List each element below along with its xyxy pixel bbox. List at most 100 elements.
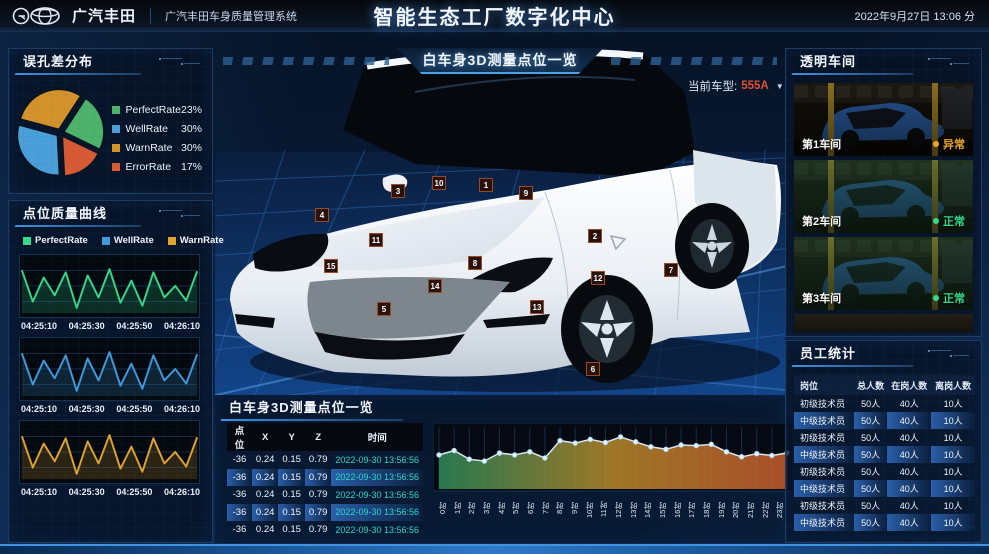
- table-cell: 2022-09-30 13:56:56: [331, 486, 423, 504]
- measure-marker-8[interactable]: 8: [468, 256, 482, 270]
- panel-title: 员工统计: [786, 341, 981, 367]
- dashboard-root: 广汽丰田 广汽丰田车身质量管理系统 智能生态工厂数字化中心 2022年9月27日…: [0, 0, 989, 554]
- table-cell: -36: [227, 504, 252, 522]
- measure-marker-3[interactable]: 3: [391, 184, 405, 198]
- hour-label: 19时: [716, 502, 731, 522]
- panel-quality-curves: 点位质量曲线 PerfectRateWellRateWarnRate 04:25…: [8, 200, 213, 543]
- column-header: 离岗人数: [931, 375, 975, 395]
- staff-row: 中级技术员50人40人10人: [794, 446, 975, 463]
- measure-marker-14[interactable]: 14: [428, 279, 442, 293]
- header-datetime: 2022年9月27日 13:06 分: [855, 8, 975, 24]
- hour-label: 16时: [672, 502, 687, 522]
- table-cell: 0.15: [278, 469, 305, 487]
- legend-label: WellRate: [126, 123, 168, 135]
- line-chart-#35d98b: 04:25:1004:25:3004:25:5004:26:10: [19, 254, 202, 331]
- table-cell: 0.24: [252, 469, 279, 487]
- workshop-status: 正常: [933, 213, 965, 229]
- pie-slice-WellRate: [17, 125, 59, 175]
- measure-marker-6[interactable]: 6: [586, 362, 600, 376]
- workshop-card-1[interactable]: 第1车间异常: [794, 83, 973, 156]
- measure-marker-5[interactable]: 5: [377, 302, 391, 316]
- table-cell: -36: [227, 451, 252, 469]
- table-cell: 10人: [931, 463, 975, 480]
- measure-marker-13[interactable]: 13: [530, 300, 544, 314]
- table-cell: 50人: [854, 480, 887, 497]
- pie-chart: [9, 75, 112, 187]
- measure-marker-2[interactable]: 2: [588, 229, 602, 243]
- hour-label: 2时: [466, 502, 481, 522]
- legend-swatch: [112, 144, 120, 152]
- table-cell: 40人: [887, 446, 931, 463]
- staff-table: 岗位总人数在岗人数离岗人数初级技术员50人40人10人中级技术员50人40人10…: [794, 375, 975, 531]
- line-chart-#3f9ade: 04:25:1004:25:3004:25:5004:26:10: [19, 337, 202, 414]
- table-cell: 初级技术员: [794, 429, 854, 446]
- table-cell: 10人: [931, 395, 975, 412]
- table-cell: 40人: [887, 497, 931, 514]
- hour-label: 6时: [525, 502, 540, 522]
- table-cell: 2022-09-30 13:56:56: [331, 521, 423, 539]
- table-cell: 50人: [854, 514, 887, 531]
- table-cell: 中级技术员: [794, 412, 854, 429]
- column-header: 时间: [331, 423, 423, 451]
- panel-title: 误孔差分布: [9, 49, 212, 75]
- workshop-card-3[interactable]: 第3车间正常: [794, 237, 973, 310]
- workshop-card-2[interactable]: 第2车间正常: [794, 160, 973, 233]
- staff-row: 初级技术员50人40人10人: [794, 429, 975, 446]
- hour-label: 3时: [481, 502, 496, 522]
- measure-marker-7[interactable]: 7: [664, 263, 678, 277]
- measure-marker-12[interactable]: 12: [591, 271, 605, 285]
- table-cell: 初级技术员: [794, 395, 854, 412]
- hour-label: 1时: [452, 502, 467, 522]
- staff-row: 初级技术员50人40人10人: [794, 463, 975, 480]
- measure-marker-15[interactable]: 15: [324, 259, 338, 273]
- table-cell: 50人: [854, 446, 887, 463]
- measure-marker-4[interactable]: 4: [315, 208, 329, 222]
- table-cell: 0.79: [305, 451, 332, 469]
- banner-title: 白车身3D测量点位一览: [397, 48, 604, 74]
- legend-swatch: [102, 237, 110, 245]
- measure-marker-9[interactable]: 9: [519, 186, 533, 200]
- model-value: 555A: [741, 80, 769, 92]
- tick-label: 04:25:30: [69, 487, 105, 497]
- circuit-decoration-icon: [925, 56, 971, 66]
- legend-value: 30%: [181, 142, 212, 154]
- table-row: -360.240.150.792022-09-30 13:56:56: [227, 521, 423, 539]
- measure-marker-1[interactable]: 1: [479, 178, 493, 192]
- column-header: 点位: [227, 423, 252, 451]
- hour-label: 4时: [496, 502, 511, 522]
- tick-label: 04:25:50: [116, 321, 152, 331]
- chevron-down-icon: ▼: [776, 82, 784, 91]
- table-cell: 40人: [887, 514, 931, 531]
- status-dot-icon: [933, 218, 939, 224]
- legend-value: 30%: [181, 123, 212, 135]
- legend-item-WarnRate: WarnRate30%: [112, 142, 212, 154]
- table-cell: 10人: [931, 514, 975, 531]
- table-cell: 0.79: [305, 486, 332, 504]
- table-cell: 初级技术员: [794, 497, 854, 514]
- workshop-name: 第3车间: [802, 290, 841, 306]
- logo-text: 广汽丰田: [72, 5, 136, 26]
- curves-legend: PerfectRateWellRateWarnRate: [9, 227, 212, 248]
- tick-label: 04:25:30: [69, 321, 105, 331]
- table-cell: 中级技术员: [794, 446, 854, 463]
- table-row: -360.240.150.792022-09-30 13:56:56: [227, 504, 423, 522]
- hour-label: 15时: [657, 502, 672, 522]
- table-cell: 40人: [887, 395, 931, 412]
- table-cell: 0.79: [305, 521, 332, 539]
- panel-transparent-workshop: 透明车间 第1车间异常第2车间正常第3车间正常: [785, 48, 982, 337]
- tick-label: 04:25:50: [116, 404, 152, 414]
- tick-label: 04:26:10: [164, 404, 200, 414]
- column-header: 在岗人数: [887, 375, 931, 395]
- header-subtitle: 广汽丰田车身质量管理系统: [165, 8, 297, 24]
- table-cell: 0.24: [252, 451, 279, 469]
- hour-label: 8时: [554, 502, 569, 522]
- measure-marker-10[interactable]: 10: [432, 176, 446, 190]
- model-select[interactable]: 当前车型: 555A ▼: [688, 78, 784, 94]
- measure-marker-11[interactable]: 11: [369, 233, 383, 247]
- table-cell: 10人: [931, 497, 975, 514]
- hour-label: 5时: [510, 502, 525, 522]
- legend-item-ErrorRate: ErrorRate17%: [112, 161, 212, 173]
- curve-legend-WellRate: WellRate: [102, 235, 154, 246]
- curve-legend-PerfectRate: PerfectRate: [23, 235, 88, 246]
- circuit-decoration-icon: [156, 208, 202, 218]
